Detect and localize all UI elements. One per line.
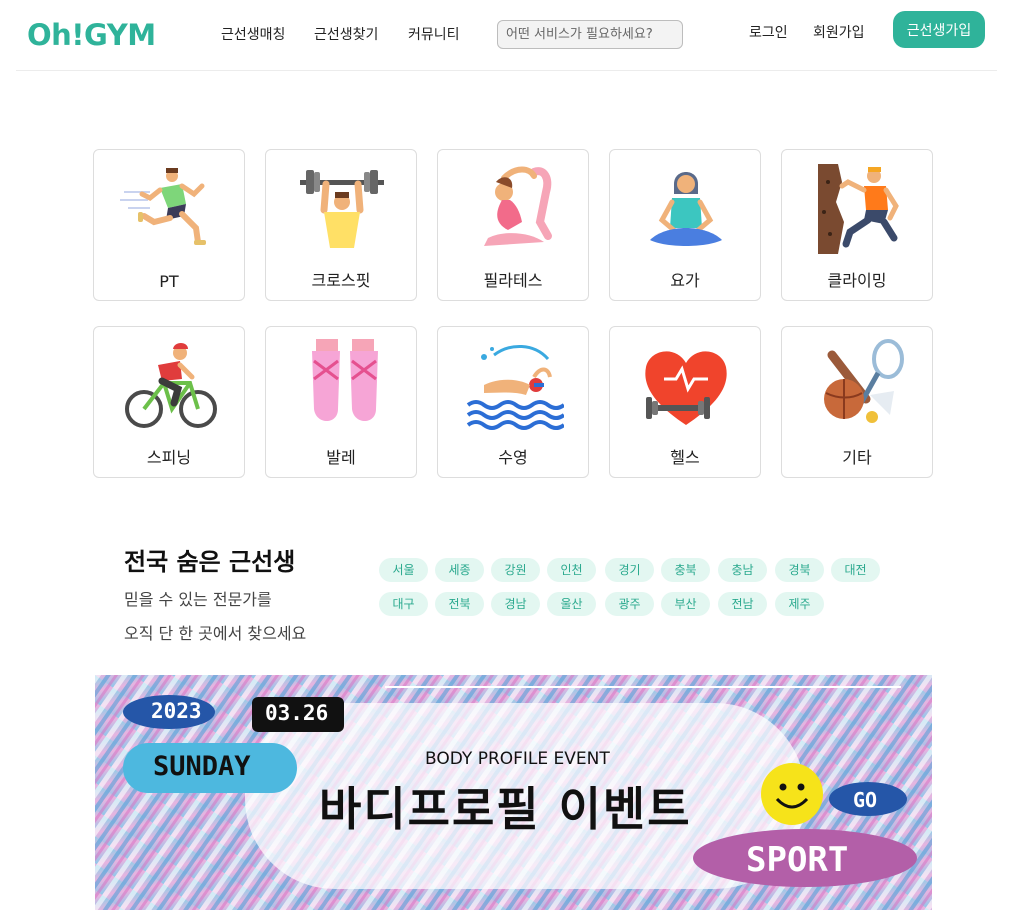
yoga-icon xyxy=(650,172,722,246)
banner-event-ko: 바디프로필 이벤트 xyxy=(319,782,692,836)
region-chip-daejeon[interactable]: 대전 xyxy=(831,558,880,582)
region-chip-jeonnam[interactable]: 전남 xyxy=(718,592,767,616)
region-chip-chungbuk[interactable]: 충북 xyxy=(661,558,710,582)
category-label: 크로스핏 xyxy=(311,271,371,290)
region-chip-jeonbuk[interactable]: 전북 xyxy=(435,592,484,616)
category-label: 발레 xyxy=(326,448,356,467)
category-card-climbing[interactable]: 클라이밍 xyxy=(781,149,933,301)
nav-find-trainer[interactable]: 근선생찾기 xyxy=(314,24,378,44)
region-chip-gyeonggi[interactable]: 경기 xyxy=(605,558,654,582)
region-chip-gyeongnam[interactable]: 경남 xyxy=(491,592,540,616)
category-card-etc[interactable]: 기타 xyxy=(781,326,933,478)
category-card-yoga[interactable]: 요가 xyxy=(609,149,761,301)
region-chip-busan[interactable]: 부산 xyxy=(661,592,710,616)
join-link[interactable]: 회원가입 xyxy=(813,22,865,42)
site-logo[interactable]: Oh!GYM xyxy=(27,18,156,52)
climbing-icon xyxy=(818,164,899,254)
category-label: 클라이밍 xyxy=(827,271,887,290)
banner-sport-label: SPORT xyxy=(746,840,849,880)
region-chip-ulsan[interactable]: 울산 xyxy=(547,592,596,616)
pilates-icon xyxy=(484,166,552,246)
sports-equipment-icon xyxy=(824,339,904,423)
category-card-health[interactable]: 헬스 xyxy=(609,326,761,478)
category-label: PT xyxy=(159,272,179,291)
region-chip-seoul[interactable]: 서울 xyxy=(379,558,428,582)
region-chip-chungnam[interactable]: 충남 xyxy=(718,558,767,582)
category-card-ballet[interactable]: 발레 xyxy=(265,326,417,478)
category-label: 수영 xyxy=(498,448,528,467)
region-chip-incheon[interactable]: 인천 xyxy=(547,558,596,582)
region-chip-daegu[interactable]: 대구 xyxy=(379,592,428,616)
login-link[interactable]: 로그인 xyxy=(749,22,788,42)
category-label: 기타 xyxy=(842,448,872,467)
region-chip-jeju[interactable]: 제주 xyxy=(775,592,824,616)
region-chip-gwangju[interactable]: 광주 xyxy=(605,592,654,616)
header-divider xyxy=(16,70,997,71)
category-card-spinning[interactable]: 스피닝 xyxy=(93,326,245,478)
category-label: 스피닝 xyxy=(146,448,192,467)
heart-dumbbell-icon xyxy=(645,351,727,425)
banner-event-en: BODY PROFILE EVENT xyxy=(425,749,610,769)
section-subtitle-1: 믿을 수 있는 전문가를 xyxy=(124,590,272,609)
site-header: Oh!GYM 근선생매칭 근선생찾기 커뮤니티 로그인 회원가입 근선생가입 xyxy=(0,0,1013,70)
nav-community[interactable]: 커뮤니티 xyxy=(408,24,460,44)
category-label: 헬스 xyxy=(670,448,700,467)
category-label: 요가 xyxy=(670,271,700,290)
category-label: 필라테스 xyxy=(483,271,543,290)
region-chip-gangwon[interactable]: 강원 xyxy=(491,558,540,582)
category-card-swimming[interactable]: 수영 xyxy=(437,326,589,478)
swimming-icon xyxy=(466,344,564,430)
section-subtitle-2: 오직 단 한 곳에서 찾으세요 xyxy=(124,624,307,643)
category-card-pt[interactable]: PT xyxy=(93,149,245,301)
nav-trainer-matching[interactable]: 근선생매칭 xyxy=(221,24,285,44)
running-icon xyxy=(120,168,206,245)
ballet-shoes-icon xyxy=(312,339,378,421)
banner-date: 03.26 xyxy=(265,701,329,725)
category-card-crossfit[interactable]: 크로스핏 xyxy=(265,149,417,301)
search-input[interactable] xyxy=(497,20,683,49)
banner-year: 2023 xyxy=(151,699,202,723)
region-chip-gyeongbuk[interactable]: 경북 xyxy=(775,558,824,582)
trainer-signup-button[interactable]: 근선생가입 xyxy=(893,11,985,48)
event-banner[interactable]: 2023 03.26 SUNDAY BODY PROFILE EVENT 바디프… xyxy=(95,675,932,910)
weightlifting-icon xyxy=(300,170,384,248)
cycling-icon xyxy=(125,343,217,428)
region-chip-sejong[interactable]: 세종 xyxy=(435,558,484,582)
banner-day: SUNDAY xyxy=(153,751,251,782)
category-card-pilates[interactable]: 필라테스 xyxy=(437,149,589,301)
banner-go-button[interactable]: GO xyxy=(853,788,877,812)
section-title: 전국 숨은 근선생 xyxy=(124,548,296,576)
